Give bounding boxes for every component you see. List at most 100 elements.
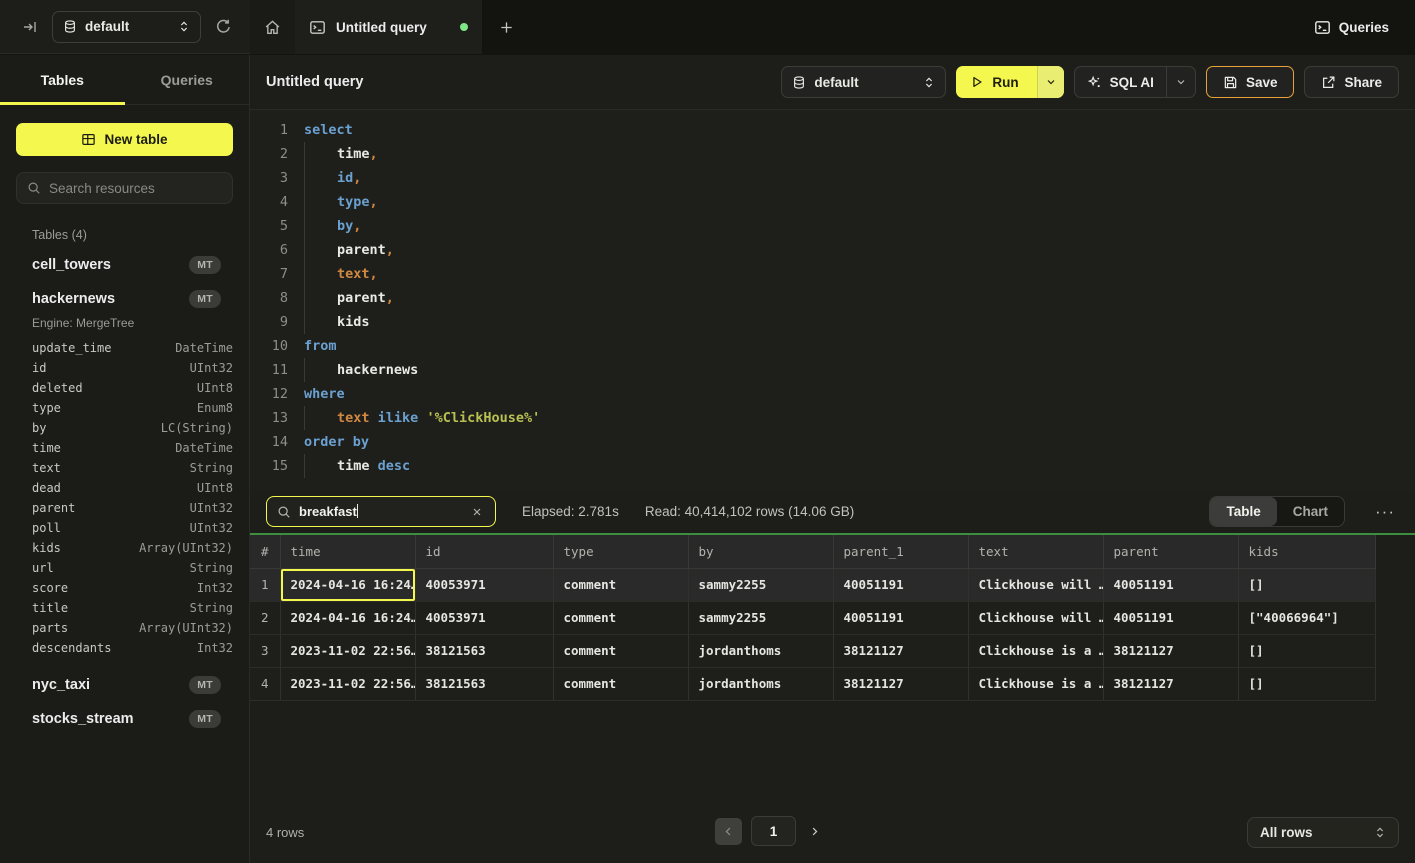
sidebar-search-input[interactable] — [49, 181, 222, 196]
column-id[interactable]: idUInt32 — [16, 358, 233, 378]
column-time[interactable]: timeDateTime — [16, 438, 233, 458]
share-button[interactable]: Share — [1304, 66, 1399, 98]
row-number-cell[interactable]: 2 — [250, 601, 280, 634]
data-cell[interactable]: 38121563 — [415, 634, 553, 667]
data-cell[interactable]: 40051191 — [1103, 568, 1238, 601]
code-line-5[interactable]: 5by, — [262, 214, 1415, 238]
data-cell[interactable]: 2023-11-02 22:56… — [280, 634, 415, 667]
code-line-14[interactable]: 14order by — [262, 430, 1415, 454]
column-header-rownum[interactable]: # — [250, 535, 280, 568]
data-cell[interactable]: sammy2255 — [688, 601, 833, 634]
column-header-kids[interactable]: kids — [1238, 535, 1375, 568]
code-line-2[interactable]: 2time, — [262, 142, 1415, 166]
code-line-1[interactable]: 1select — [262, 118, 1415, 142]
data-cell[interactable]: [] — [1238, 568, 1375, 601]
data-cell[interactable]: comment — [553, 634, 688, 667]
data-cell[interactable]: comment — [553, 568, 688, 601]
page-size-select[interactable]: All rows — [1247, 817, 1399, 848]
row-number-cell[interactable]: 3 — [250, 634, 280, 667]
code-line-8[interactable]: 8parent, — [262, 286, 1415, 310]
data-cell[interactable]: ["40066964"] — [1238, 601, 1375, 634]
data-cell[interactable]: 40053971 — [415, 568, 553, 601]
sidebar-table-cell_towers[interactable]: cell_towersMT — [16, 248, 233, 282]
code-line-7[interactable]: 7text, — [262, 262, 1415, 286]
data-cell[interactable]: 38121563 — [415, 667, 553, 700]
data-cell[interactable]: 40051191 — [1103, 601, 1238, 634]
view-toggle-table[interactable]: Table — [1210, 497, 1276, 526]
code-line-15[interactable]: 15time desc — [262, 454, 1415, 478]
column-url[interactable]: urlString — [16, 558, 233, 578]
new-tab-button[interactable] — [483, 0, 529, 54]
sql-editor[interactable]: 1select2time,3id,4type,5by,6parent,7text… — [250, 110, 1415, 490]
results-search[interactable]: breakfast — [266, 496, 496, 527]
prev-page-button[interactable] — [715, 818, 742, 845]
clear-search-button[interactable] — [469, 504, 485, 520]
column-deleted[interactable]: deletedUInt8 — [16, 378, 233, 398]
column-header-text[interactable]: text — [968, 535, 1103, 568]
data-cell[interactable]: 40051191 — [833, 568, 968, 601]
tab-untitled-query[interactable]: Untitled query — [295, 0, 483, 54]
column-descendants[interactable]: descendantsInt32 — [16, 638, 233, 658]
column-header-by[interactable]: by — [688, 535, 833, 568]
column-update_time[interactable]: update_timeDateTime — [16, 338, 233, 358]
data-cell[interactable]: 38121127 — [833, 634, 968, 667]
sidebar-table-nyc_taxi[interactable]: nyc_taxiMT — [16, 668, 233, 702]
data-cell[interactable]: sammy2255 — [688, 568, 833, 601]
code-line-11[interactable]: 11hackernews — [262, 358, 1415, 382]
column-parts[interactable]: partsArray(UInt32) — [16, 618, 233, 638]
data-cell[interactable]: 2024-04-16 16:24… — [280, 601, 415, 634]
column-header-id[interactable]: id — [415, 535, 553, 568]
code-line-9[interactable]: 9kids — [262, 310, 1415, 334]
column-score[interactable]: scoreInt32 — [16, 578, 233, 598]
run-button[interactable]: Run — [956, 66, 1036, 98]
column-header-type[interactable]: type — [553, 535, 688, 568]
data-cell[interactable]: jordanthoms — [688, 634, 833, 667]
data-cell[interactable]: 38121127 — [1103, 634, 1238, 667]
run-options-button[interactable] — [1037, 66, 1064, 98]
column-text[interactable]: textString — [16, 458, 233, 478]
data-cell[interactable]: [] — [1238, 634, 1375, 667]
code-line-3[interactable]: 3id, — [262, 166, 1415, 190]
column-header-parent_1[interactable]: parent_1 — [833, 535, 968, 568]
results-more-button[interactable]: ··· — [1371, 502, 1399, 522]
data-cell[interactable]: 2024-04-16 16:24… — [280, 568, 415, 601]
data-cell[interactable]: comment — [553, 601, 688, 634]
page-number-input[interactable]: 1 — [751, 816, 796, 846]
data-cell[interactable]: Clickhouse will … — [968, 601, 1103, 634]
sidebar-collapse-button[interactable] — [18, 15, 42, 39]
column-type[interactable]: typeEnum8 — [16, 398, 233, 418]
row-number-cell[interactable]: 4 — [250, 667, 280, 700]
column-header-parent[interactable]: parent — [1103, 535, 1238, 568]
workspace-database-select[interactable]: default — [52, 11, 201, 43]
code-line-13[interactable]: 13text ilike '%ClickHouse%' — [262, 406, 1415, 430]
data-cell[interactable]: 40053971 — [415, 601, 553, 634]
data-cell[interactable]: Clickhouse is a … — [968, 667, 1103, 700]
column-title[interactable]: titleString — [16, 598, 233, 618]
sidebar-tab-tables[interactable]: Tables — [0, 55, 125, 104]
sidebar-search[interactable] — [16, 172, 233, 204]
save-button[interactable]: Save — [1206, 66, 1295, 98]
code-line-4[interactable]: 4type, — [262, 190, 1415, 214]
column-parent[interactable]: parentUInt32 — [16, 498, 233, 518]
data-cell[interactable]: Clickhouse will … — [968, 568, 1103, 601]
sidebar-tab-queries[interactable]: Queries — [125, 55, 250, 104]
sidebar-table-hackernews[interactable]: hackernewsMT — [16, 282, 233, 316]
column-by[interactable]: byLC(String) — [16, 418, 233, 438]
home-button[interactable] — [250, 0, 295, 54]
refresh-button[interactable] — [211, 14, 236, 39]
sql-ai-options-button[interactable] — [1166, 67, 1195, 97]
row-number-cell[interactable]: 1 — [250, 568, 280, 601]
next-page-button[interactable] — [805, 822, 824, 841]
column-kids[interactable]: kidsArray(UInt32) — [16, 538, 233, 558]
sql-ai-button[interactable]: SQL AI — [1075, 67, 1166, 97]
column-dead[interactable]: deadUInt8 — [16, 478, 233, 498]
data-cell[interactable]: 40051191 — [833, 601, 968, 634]
data-cell[interactable]: 38121127 — [833, 667, 968, 700]
code-line-10[interactable]: 10from — [262, 334, 1415, 358]
column-header-time[interactable]: time — [280, 535, 415, 568]
data-cell[interactable]: 2023-11-02 22:56… — [280, 667, 415, 700]
query-database-select[interactable]: default — [781, 66, 946, 98]
data-cell[interactable]: [] — [1238, 667, 1375, 700]
code-line-12[interactable]: 12where — [262, 382, 1415, 406]
data-cell[interactable]: jordanthoms — [688, 667, 833, 700]
